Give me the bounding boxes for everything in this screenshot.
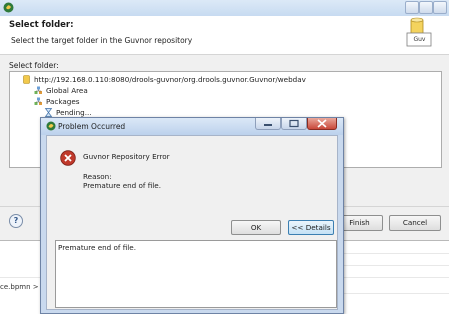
tree-item-label: Pending... [56, 108, 92, 117]
problem-dialog-window-controls [255, 118, 337, 131]
tree-item-label: Global Area [46, 86, 88, 95]
cancel-button[interactable]: Cancel [389, 215, 441, 231]
tree-item-global-area[interactable]: Global Area [34, 85, 88, 96]
package-icon [34, 97, 43, 106]
wizard-header-title: Select folder: [9, 20, 74, 30]
minimize-button[interactable] [255, 118, 281, 130]
tree-item-repository[interactable]: http://192.168.0.110:8080/drools-guvnor/… [22, 74, 306, 85]
wizard-header-description: Select the target folder in the Guvnor r… [11, 36, 193, 45]
wizard-minimize-button[interactable] [405, 1, 419, 14]
editor-tab-label[interactable]: ce.bpmn > [0, 283, 39, 291]
repository-icon [22, 75, 31, 84]
editor-divider [342, 265, 449, 266]
details-text-area[interactable]: Premature end of file. [55, 240, 337, 308]
tree-item-label: Packages [46, 97, 80, 106]
minimize-icon [264, 124, 272, 126]
tree-item-label: http://192.168.0.110:8080/drools-guvnor/… [34, 75, 306, 84]
problem-dialog-title: Problem Occurred [58, 122, 126, 131]
package-icon [34, 86, 43, 95]
error-icon [60, 150, 76, 166]
select-folder-label: Select folder: [9, 61, 59, 70]
app-icon [46, 121, 56, 131]
wizard-close-button[interactable] [433, 1, 447, 14]
wizard-maximize-button[interactable] [419, 1, 433, 14]
problem-dialog-title-bar: Problem Occurred [41, 118, 343, 135]
tree-item-packages[interactable]: Packages [34, 96, 80, 107]
reason-text: Premature end of file. [83, 181, 161, 190]
help-button[interactable]: ? [9, 214, 23, 228]
hourglass-icon [44, 108, 53, 117]
reason-label: Reason: [83, 172, 112, 181]
ok-button[interactable]: OK [231, 220, 281, 235]
error-title: Guvnor Repository Error [83, 152, 170, 161]
details-text: Premature end of file. [58, 243, 136, 252]
wizard-window-controls [405, 1, 447, 14]
problem-occurred-dialog: Problem Occurred Guvnor Repository Error… [40, 117, 344, 314]
guvnor-banner-icon: Guv [405, 17, 433, 50]
close-button[interactable] [307, 118, 337, 130]
editor-divider [342, 253, 449, 254]
editor-divider [342, 293, 449, 294]
maximize-button[interactable] [281, 118, 307, 130]
details-button[interactable]: << Details [288, 220, 334, 235]
maximize-icon [289, 119, 299, 128]
wizard-title-bar [0, 0, 449, 16]
close-icon [317, 119, 327, 128]
problem-dialog-body: Guvnor Repository Error Reason: Prematur… [46, 135, 338, 310]
app-icon [3, 2, 14, 13]
banner-icon-text: Guv [413, 36, 426, 43]
